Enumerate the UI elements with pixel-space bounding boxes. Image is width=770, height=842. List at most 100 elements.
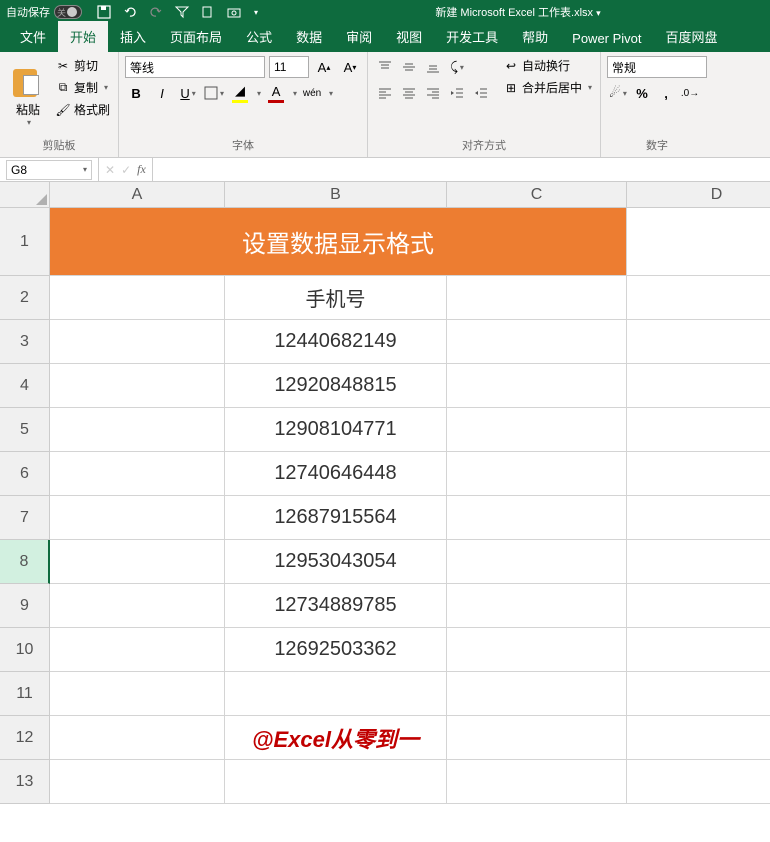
row-header[interactable]: 8 (0, 540, 50, 584)
font-name-select[interactable] (125, 56, 265, 78)
font-color-button[interactable]: A (265, 82, 287, 104)
cell[interactable] (447, 760, 627, 804)
row-header[interactable]: 3 (0, 320, 50, 364)
cell[interactable] (50, 716, 225, 760)
tab-formula[interactable]: 公式 (234, 21, 284, 52)
cell[interactable]: 12740646448 (225, 452, 447, 496)
percent-button[interactable]: % (631, 82, 653, 104)
row-header[interactable]: 13 (0, 760, 50, 804)
tab-home[interactable]: 开始 (58, 21, 108, 52)
cell[interactable]: 12692503362 (225, 628, 447, 672)
redo-icon[interactable] (148, 4, 164, 20)
cell[interactable] (627, 496, 770, 540)
tab-baidu[interactable]: 百度网盘 (654, 21, 730, 52)
cell[interactable] (447, 452, 627, 496)
cell[interactable] (50, 496, 225, 540)
cell[interactable] (627, 320, 770, 364)
decrease-font-button[interactable]: A▾ (339, 56, 361, 78)
col-header-d[interactable]: D (627, 182, 770, 208)
cell[interactable] (50, 760, 225, 804)
format-painter-button[interactable]: 🖌格式刷 (54, 100, 112, 119)
name-box[interactable]: G8▾ (6, 160, 92, 180)
cell[interactable] (447, 364, 627, 408)
align-left-button[interactable] (374, 82, 396, 104)
cell[interactable] (627, 452, 770, 496)
cell[interactable] (50, 276, 225, 320)
cell[interactable]: 12734889785 (225, 584, 447, 628)
cell[interactable] (50, 364, 225, 408)
cell[interactable] (50, 628, 225, 672)
tab-powerpivot[interactable]: Power Pivot (560, 25, 653, 52)
undo-icon[interactable] (122, 4, 138, 20)
row-header[interactable]: 7 (0, 496, 50, 540)
phonetic-button[interactable]: wén (301, 82, 323, 104)
paste-values-icon[interactable] (200, 4, 216, 20)
cell[interactable] (50, 584, 225, 628)
row-header[interactable]: 9 (0, 584, 50, 628)
cell[interactable] (447, 716, 627, 760)
cell[interactable] (627, 628, 770, 672)
increase-indent-button[interactable] (470, 82, 492, 104)
underline-button[interactable]: U▾ (177, 82, 199, 104)
border-button[interactable]: ▾ (203, 82, 225, 104)
tab-file[interactable]: 文件 (8, 21, 58, 52)
col-header-b[interactable]: B (225, 182, 447, 208)
cell[interactable] (627, 760, 770, 804)
decrease-indent-button[interactable] (446, 82, 468, 104)
cell[interactable] (50, 672, 225, 716)
paste-button[interactable]: 粘贴 ▾ (6, 56, 50, 135)
increase-font-button[interactable]: A▴ (313, 56, 335, 78)
qat-more-icon[interactable]: ▾ (254, 8, 258, 17)
currency-button[interactable]: ☄▾ (607, 82, 629, 104)
align-middle-button[interactable] (398, 56, 420, 78)
cell[interactable] (627, 540, 770, 584)
cell-watermark[interactable]: @Excel从零到一 (225, 716, 447, 760)
tab-developer[interactable]: 开发工具 (434, 21, 510, 52)
cell[interactable] (447, 408, 627, 452)
select-all-corner[interactable] (0, 182, 50, 208)
copy-button[interactable]: ⧉复制 ▾ (54, 78, 112, 97)
cell[interactable] (627, 584, 770, 628)
cell[interactable] (627, 408, 770, 452)
row-header[interactable]: 11 (0, 672, 50, 716)
cell[interactable]: 12920848815 (225, 364, 447, 408)
cell[interactable] (627, 208, 770, 276)
font-size-select[interactable] (269, 56, 309, 78)
row-header[interactable]: 1 (0, 208, 50, 276)
tab-help[interactable]: 帮助 (510, 21, 560, 52)
save-icon[interactable] (96, 4, 112, 20)
row-header[interactable]: 6 (0, 452, 50, 496)
tab-insert[interactable]: 插入 (108, 21, 158, 52)
col-header-a[interactable]: A (50, 182, 225, 208)
fill-color-button[interactable]: ◢ (229, 82, 251, 104)
cell-merged-title[interactable]: 设置数据显示格式 (50, 208, 627, 276)
cell[interactable] (447, 320, 627, 364)
bold-button[interactable]: B (125, 82, 147, 104)
tab-view[interactable]: 视图 (384, 21, 434, 52)
cell[interactable] (447, 628, 627, 672)
cell-b2[interactable]: 手机号 (225, 276, 447, 320)
align-bottom-button[interactable] (422, 56, 444, 78)
merge-center-button[interactable]: ⊞合并后居中 ▾ (502, 78, 594, 97)
confirm-icon[interactable]: ✓ (121, 163, 131, 177)
row-header[interactable]: 12 (0, 716, 50, 760)
col-header-c[interactable]: C (447, 182, 627, 208)
italic-button[interactable]: I (151, 82, 173, 104)
cell[interactable]: 12908104771 (225, 408, 447, 452)
orientation-button[interactable]: ⤹▾ (446, 56, 468, 78)
cut-button[interactable]: ✂剪切 (54, 56, 112, 75)
align-right-button[interactable] (422, 82, 444, 104)
cell[interactable] (50, 540, 225, 584)
cell[interactable] (627, 276, 770, 320)
row-header[interactable]: 5 (0, 408, 50, 452)
cell[interactable] (225, 672, 447, 716)
camera-icon[interactable] (226, 4, 242, 20)
cell[interactable]: 12687915564 (225, 496, 447, 540)
cell[interactable] (50, 408, 225, 452)
cell[interactable] (50, 320, 225, 364)
cell[interactable] (225, 760, 447, 804)
fx-icon[interactable]: fx (137, 162, 146, 177)
align-top-button[interactable] (374, 56, 396, 78)
cell[interactable] (627, 716, 770, 760)
cell[interactable]: 12953043054 (225, 540, 447, 584)
